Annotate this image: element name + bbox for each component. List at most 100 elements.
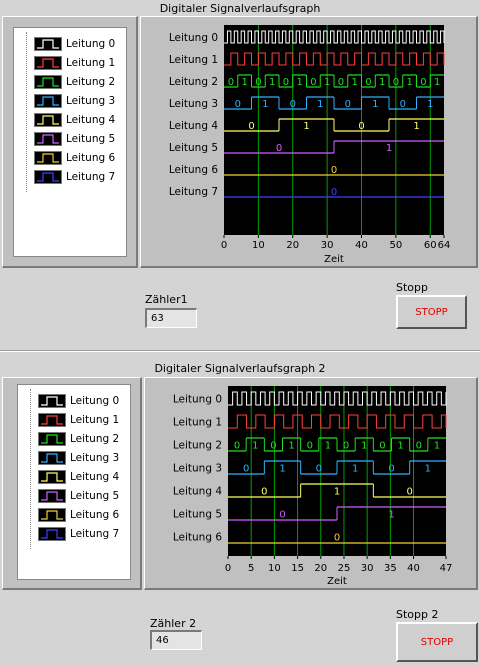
bus-value-label: 0	[334, 533, 340, 544]
x-tick-label: 35	[384, 563, 397, 574]
legend-item-label: Leitung 3	[70, 451, 120, 464]
legend-item-label: Leitung 3	[66, 94, 116, 107]
bus-value-label: 0	[235, 99, 241, 110]
bus-value-label: 1	[434, 77, 440, 88]
waveform-swatch-icon	[38, 393, 66, 408]
bus-value-label: 1	[241, 77, 247, 88]
graph1-title: Digitaler Signalverlaufsgraph	[159, 2, 321, 15]
bus-value-label: 0	[420, 77, 426, 88]
bus-value-label: 1	[352, 464, 358, 475]
bus-value-label: 0	[248, 121, 254, 132]
channel-label: Leitung 4	[173, 486, 222, 498]
legend-item-label: Leitung 7	[66, 170, 116, 183]
bus-value-label: 0	[331, 165, 337, 176]
waveform-swatch-icon	[34, 112, 62, 127]
x-tick-label: 10	[252, 240, 265, 251]
waveform-swatch-icon	[34, 93, 62, 108]
x-tick-label: 40	[407, 563, 420, 574]
bus-value-label: 1	[288, 441, 294, 452]
channel-label: Leitung 0	[169, 32, 218, 44]
x-tick-label: 5	[248, 563, 254, 574]
waveform-swatch-icon	[34, 169, 62, 184]
waveform-swatch-icon	[34, 36, 62, 51]
legend-item-6[interactable]: Leitung 6	[34, 148, 115, 167]
channel-label: Leitung 6	[169, 164, 218, 176]
bus-value-label: 1	[397, 441, 403, 452]
bus-value-label: 0	[343, 441, 349, 452]
bus-value-label: 0	[234, 441, 240, 452]
bus-value-label: 0	[307, 441, 313, 452]
section-divider	[0, 350, 480, 352]
channel-label: Leitung 5	[173, 509, 222, 521]
graph2-legend-panel: Leitung 0 Leitung 1 Leitung 2 Leitung 3 Leit…	[2, 377, 142, 590]
bus-value-label: 1	[252, 441, 258, 452]
x-tick-label: 47	[440, 563, 453, 574]
legend-item-label: Leitung 0	[66, 37, 116, 50]
legend-item-1[interactable]: Leitung 1	[34, 53, 115, 72]
legend-item-2[interactable]: Leitung 2	[38, 429, 119, 448]
graph1-plot: Leitung 0Leitung 1Leitung 20101010101010…	[169, 25, 450, 265]
legend-item-6[interactable]: Leitung 6	[38, 505, 119, 524]
legend-item-3[interactable]: Leitung 3	[34, 91, 115, 110]
x-tick-label: 60	[424, 240, 437, 251]
bus-value-label: 1	[296, 77, 302, 88]
legend-item-4[interactable]: Leitung 4	[38, 467, 119, 486]
bus-value-label: 0	[261, 487, 267, 498]
graph1-plot-panel: Leitung 0 Leitung 1 Leitung 20101010101010…	[140, 16, 478, 268]
legend-item-0[interactable]: Leitung 0	[34, 34, 115, 53]
x-tick-label: 30	[361, 563, 374, 574]
channel-label: Leitung 1	[173, 417, 222, 429]
bus-value-label: 0	[270, 441, 276, 452]
legend-item-1[interactable]: Leitung 1	[38, 410, 119, 429]
x-tick-label: 10	[268, 563, 281, 574]
bus-value-label: 1	[269, 77, 275, 88]
bus-value-label: 1	[388, 510, 394, 521]
legend-item-label: Leitung 6	[66, 151, 116, 164]
legend-item-label: Leitung 2	[70, 432, 120, 445]
stop2-button[interactable]: STOPP	[396, 622, 478, 662]
waveform-swatch-icon	[38, 488, 66, 503]
x-tick-label: 40	[355, 240, 368, 251]
channel-label: Leitung 0	[173, 394, 222, 406]
legend-item-4[interactable]: Leitung 4	[34, 110, 115, 129]
stop1-label: Stopp	[396, 281, 428, 294]
legend-item-3[interactable]: Leitung 3	[38, 448, 119, 467]
channel-label: Leitung 3	[169, 98, 218, 110]
legend-item-label: Leitung 5	[66, 132, 116, 145]
bus-value-label: 1	[427, 99, 433, 110]
legend-item-7[interactable]: Leitung 7	[38, 524, 119, 543]
x-tick-label: 15	[291, 563, 304, 574]
legend-item-label: Leitung 0	[70, 394, 120, 407]
legend-item-label: Leitung 5	[70, 489, 120, 502]
legend-item-label: Leitung 1	[66, 56, 116, 69]
legend-item-7[interactable]: Leitung 7	[34, 167, 115, 186]
bus-value-label: 0	[416, 441, 422, 452]
bus-value-label: 1	[406, 77, 412, 88]
waveform-swatch-icon	[34, 74, 62, 89]
bus-value-label: 1	[262, 99, 268, 110]
legend-item-5[interactable]: Leitung 5	[38, 486, 119, 505]
waveform-swatch-icon	[34, 55, 62, 70]
bus-value-label: 1	[361, 441, 367, 452]
channel-label: Leitung 6	[173, 532, 222, 544]
waveform-swatch-icon	[34, 131, 62, 146]
graph2-legend: Leitung 0 Leitung 1 Leitung 2 Leitung 3 Leit…	[17, 384, 131, 580]
bus-value-label: 1	[434, 441, 440, 452]
bus-value-label: 1	[279, 464, 285, 475]
bus-value-label: 1	[334, 487, 340, 498]
legend-item-2[interactable]: Leitung 2	[34, 72, 115, 91]
graph2-plot: Leitung 0Leitung 1Leitung 2 0 1 0 1 0 1 0 1 0 1 0 1L…	[173, 386, 453, 587]
bus-value-label: 0	[316, 464, 322, 475]
channel-label: Leitung 2	[169, 76, 218, 88]
bus-value-label: 1	[303, 121, 309, 132]
stop1-button[interactable]: STOPP	[396, 295, 467, 329]
stop2-label: Stopp 2	[396, 608, 439, 621]
bus-value-label: 0	[290, 99, 296, 110]
x-tick-label: 50	[390, 240, 403, 251]
bus-value-label: 1	[325, 441, 331, 452]
legend-item-0[interactable]: Leitung 0	[38, 391, 119, 410]
waveform-swatch-icon	[38, 431, 66, 446]
x-tick-label: 30	[321, 240, 334, 251]
x-tick-label: 20	[314, 563, 327, 574]
legend-item-5[interactable]: Leitung 5	[34, 129, 115, 148]
